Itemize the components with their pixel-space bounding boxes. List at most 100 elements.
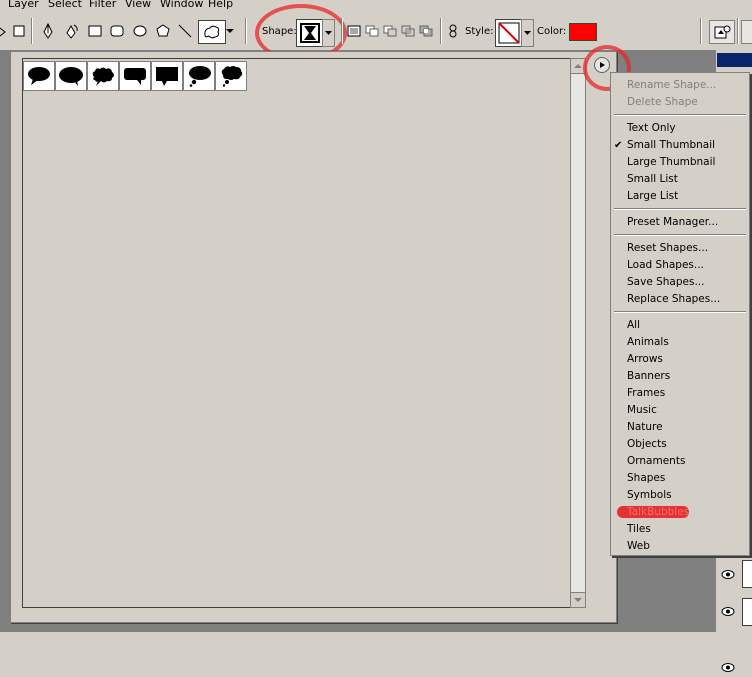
menu-item-shapes[interactable]: Shapes: [611, 470, 749, 487]
divider: [700, 18, 702, 44]
menu-item-reset-shapes[interactable]: Reset Shapes...: [611, 240, 749, 257]
fill-pixels-icon[interactable]: [12, 24, 26, 38]
menu-item-text-only[interactable]: Text Only: [611, 120, 749, 137]
menu-help[interactable]: Help: [208, 0, 233, 11]
menu-item-large-thumbnail[interactable]: Large Thumbnail: [611, 154, 749, 171]
shape-thumbnails-area: [22, 58, 572, 608]
wide-oval-talk-bubble-shape[interactable]: [55, 61, 87, 91]
oval-talk-bubble-shape[interactable]: [23, 61, 55, 91]
menu-window[interactable]: Window: [160, 0, 203, 11]
menu-item-label: Reset Shapes...: [627, 242, 709, 254]
menu-item-web[interactable]: Web: [611, 538, 749, 555]
menu-item-save-shapes[interactable]: Save Shapes...: [611, 274, 749, 291]
divider: [245, 18, 247, 44]
menu-view[interactable]: View: [125, 0, 151, 11]
menu-item-load-shapes[interactable]: Load Shapes...: [611, 257, 749, 274]
style-picker-dropdown-button[interactable]: [521, 19, 534, 47]
menu-item-label: TalkBubbles: [627, 506, 690, 518]
thought-bubble-shape[interactable]: [183, 61, 215, 91]
rectangle-talk-bubble-shape[interactable]: [119, 61, 151, 91]
menu-item-label: Save Shapes...: [627, 276, 705, 288]
menu-item-label: Large Thumbnail: [627, 156, 716, 168]
menu-item-large-list[interactable]: Large List: [611, 188, 749, 205]
menu-select[interactable]: Select: [48, 0, 82, 11]
menu-item-label: Frames: [627, 387, 666, 399]
scroll-down-arrow-icon: [574, 598, 582, 602]
color-swatch[interactable]: [569, 23, 597, 41]
color-label: Color:: [537, 26, 567, 37]
menu-item-small-thumbnail[interactable]: ✔ Small Thumbnail: [611, 137, 749, 154]
menu-item-label: Objects: [627, 438, 667, 450]
layer-visibility-eye-icon[interactable]: [718, 564, 738, 584]
layer-visibility-eye-icon[interactable]: [718, 601, 738, 621]
exclude-shape-area-icon[interactable]: [418, 24, 434, 38]
menu-item-label: Small List: [627, 173, 678, 185]
menu-item-label: Ornaments: [627, 455, 686, 467]
menu-item-objects[interactable]: Objects: [611, 436, 749, 453]
cloud-thought-bubble-shape[interactable]: [215, 61, 247, 91]
menu-item-all[interactable]: All: [611, 317, 749, 334]
menu-item-nature[interactable]: Nature: [611, 419, 749, 436]
menu-item-replace-shapes[interactable]: Replace Shapes...: [611, 291, 749, 308]
polygon-icon[interactable]: [155, 23, 171, 39]
cloud-talk-bubble-shape[interactable]: [87, 61, 119, 91]
checkmark-icon: ✔: [614, 140, 623, 151]
menu-item-label: Replace Shapes...: [627, 293, 721, 305]
menu-item-talkbubbles[interactable]: TalkBubbles: [611, 504, 749, 521]
menu-item-tiles[interactable]: Tiles: [611, 521, 749, 538]
divider: [440, 18, 442, 44]
menu-item-label: Arrows: [627, 353, 663, 365]
menu-item-label: Text Only: [627, 122, 676, 134]
line-icon[interactable]: [177, 23, 193, 39]
menu-item-label: Preset Manager...: [627, 216, 719, 228]
menu-layer[interactable]: Layer: [8, 0, 39, 11]
file-browser-icon[interactable]: [709, 20, 735, 44]
freeform-pen-icon[interactable]: [64, 22, 82, 40]
square-talk-bubble-shape[interactable]: [151, 61, 183, 91]
custom-shape-icon[interactable]: [198, 20, 226, 44]
menu-separator: [614, 208, 746, 210]
create-new-shape-layer-icon[interactable]: [346, 24, 362, 38]
menu-item-preset-manager[interactable]: Preset Manager...: [611, 214, 749, 231]
menu-item-label: Small Thumbnail: [627, 139, 716, 151]
tool-partial-icon[interactable]: [0, 25, 6, 39]
layer-thumbnail: [742, 598, 752, 626]
intersect-shape-area-icon[interactable]: [400, 24, 416, 38]
menu-item-label: All: [627, 319, 641, 331]
palette-well-icon[interactable]: [741, 20, 752, 44]
menu-filter[interactable]: Filter: [89, 0, 116, 11]
menu-item-frames[interactable]: Frames: [611, 385, 749, 402]
menu-item-banners[interactable]: Banners: [611, 368, 749, 385]
menu-item-symbols[interactable]: Symbols: [611, 487, 749, 504]
menu-item-label: Animals: [627, 336, 669, 348]
menu-item-label: Web: [627, 540, 650, 552]
scroll-up-arrow-icon: [574, 64, 582, 68]
menu-item-small-list[interactable]: Small List: [611, 171, 749, 188]
menu-item-label: Music: [627, 404, 657, 416]
menu-item-ornaments[interactable]: Ornaments: [611, 453, 749, 470]
menu-item-label: Load Shapes...: [627, 259, 704, 271]
rounded-rectangle-icon[interactable]: [109, 24, 125, 38]
layer-visibility-eye-icon[interactable]: [718, 657, 738, 677]
add-shape-area-icon[interactable]: [364, 24, 380, 38]
subtract-shape-area-icon[interactable]: [382, 24, 398, 38]
menu-item-label: Tiles: [627, 523, 651, 535]
menu-separator: [614, 114, 746, 116]
menu-bar: Layer Select Filter View Window Help: [0, 0, 752, 12]
menu-item-label: Nature: [627, 421, 663, 433]
rectangle-icon[interactable]: [87, 24, 103, 38]
style-picker-button[interactable]: [495, 19, 523, 47]
scroll-down-button[interactable]: [570, 592, 586, 608]
menu-item-music[interactable]: Music: [611, 402, 749, 419]
divider: [31, 18, 33, 44]
divider: [737, 18, 739, 44]
vertical-scrollbar[interactable]: [570, 58, 586, 608]
layer-thumbnail: [742, 560, 752, 588]
pen-icon[interactable]: [40, 22, 56, 40]
tool-options-dropdown-icon[interactable]: [225, 26, 235, 36]
link-icon[interactable]: [447, 23, 459, 39]
menu-item-delete-shape: Delete Shape: [611, 94, 749, 111]
menu-item-arrows[interactable]: Arrows: [611, 351, 749, 368]
menu-item-animals[interactable]: Animals: [611, 334, 749, 351]
ellipse-icon[interactable]: [132, 24, 148, 38]
